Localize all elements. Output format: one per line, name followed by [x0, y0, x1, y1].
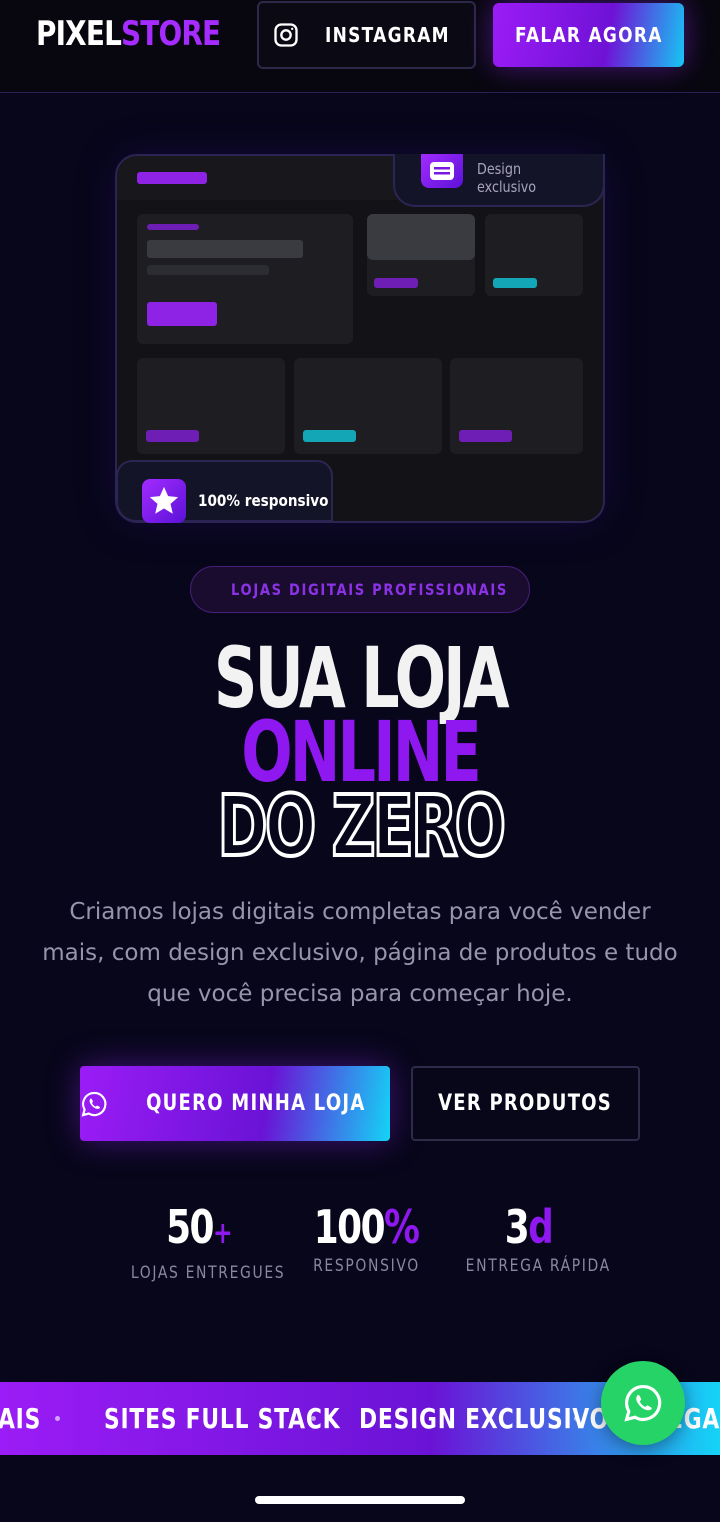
- stat-label: ENTREGA RÁPIDA: [465, 1256, 611, 1276]
- responsive-badge: 100% responsivo: [116, 460, 333, 523]
- tag-pill: LOJAS DIGITAIS PROFISSIONAIS: [190, 566, 530, 613]
- stat-suffix: %: [384, 1200, 420, 1254]
- stat-value: 100%: [314, 1200, 420, 1254]
- whatsapp-icon: [81, 1091, 107, 1117]
- mockup-bar: [374, 278, 418, 288]
- hero-description: Criamos lojas digitais completas para vo…: [42, 899, 678, 1007]
- want-my-store-button-label: QUERO MINHA LOJA: [146, 1091, 366, 1116]
- ticker-item: SITES FULL STACK: [104, 1402, 341, 1435]
- stat-suffix: +: [212, 1216, 233, 1251]
- whatsapp-float-button[interactable]: [601, 1361, 685, 1445]
- mockup-product-card: [485, 214, 583, 296]
- responsive-label: 100% responsivo: [198, 491, 329, 510]
- mockup-bar: [147, 240, 303, 258]
- mockup-bar: [146, 430, 199, 442]
- mockup-bar: [147, 224, 199, 230]
- stat-responsive: 100% RESPONSIVO: [294, 1202, 439, 1276]
- stat-suffix: d: [527, 1200, 554, 1254]
- stat-value: 50+: [166, 1200, 233, 1259]
- logo-part-store: STORE: [121, 14, 221, 54]
- headline-line-3-text: DO ZERO: [216, 777, 507, 875]
- headline-line-3: DO ZERO: [0, 777, 720, 875]
- mockup-bar: [303, 430, 356, 442]
- talk-now-button-label: FALAR AGORA: [514, 23, 663, 47]
- mockup-image: [367, 214, 475, 260]
- mockup-bar: [147, 265, 269, 275]
- mockup-logo-bar: [137, 172, 207, 184]
- stat-stores-delivered: 50+ LOJAS ENTREGUES: [116, 1200, 286, 1283]
- stat-number: 100: [314, 1200, 386, 1254]
- stat-label: LOJAS ENTREGUES: [130, 1263, 286, 1283]
- stat-label: RESPONSIVO: [313, 1256, 420, 1276]
- ticker-item: DESIGN EXCLUSIVO: [359, 1402, 610, 1435]
- tag-pill-label: LOJAS DIGITAIS PROFISSIONAIS: [231, 580, 508, 599]
- mockup-product-card: [294, 358, 442, 454]
- mockup-product-card: [137, 358, 285, 454]
- instagram-button-label: INSTAGRAM: [325, 23, 450, 47]
- stat-number: 3: [504, 1200, 529, 1254]
- site-header: PIXELSTORE INSTAGRAM FALAR AGORA: [0, 0, 720, 93]
- stat-number: 50: [166, 1200, 214, 1254]
- mockup-hero-card: [137, 214, 353, 344]
- stat-fast-delivery: 3d ENTREGA RÁPIDA: [452, 1200, 611, 1276]
- design-exclusive-label: Design exclusivo: [477, 160, 537, 196]
- mockup-product-card: [450, 358, 583, 454]
- want-my-store-button[interactable]: QUERO MINHA LOJA: [80, 1066, 390, 1141]
- star-icon: [142, 479, 186, 523]
- ticker-item: AIS: [0, 1402, 42, 1435]
- view-products-button-label: VER PRODUTOS: [438, 1091, 613, 1116]
- mockup-bar: [493, 278, 537, 288]
- whatsapp-icon: [624, 1385, 662, 1422]
- design-exclusive-badge: Design exclusivo: [393, 154, 605, 207]
- view-products-button[interactable]: VER PRODUTOS: [411, 1066, 640, 1141]
- instagram-button[interactable]: INSTAGRAM: [257, 1, 476, 69]
- stat-value: 3d: [504, 1200, 554, 1254]
- talk-now-button[interactable]: FALAR AGORA: [493, 3, 684, 67]
- ticker-separator: [574, 1416, 579, 1421]
- mockup-product-card: [367, 214, 475, 296]
- home-indicator: [255, 1496, 465, 1504]
- ticker-separator: [55, 1416, 60, 1421]
- ticker-separator: [311, 1416, 316, 1421]
- instagram-icon: [274, 23, 298, 47]
- menu-lines-icon: [421, 154, 463, 188]
- mockup-bar: [459, 430, 512, 442]
- mockup-button: [147, 302, 217, 326]
- logo[interactable]: PIXELSTORE: [36, 14, 221, 54]
- logo-part-pixel: PIXEL: [36, 14, 122, 54]
